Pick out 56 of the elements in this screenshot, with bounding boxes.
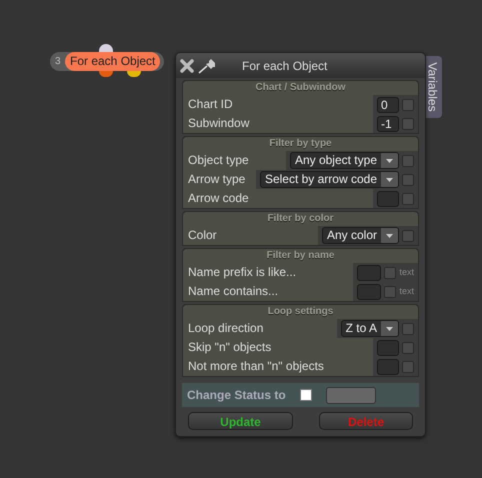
input-field[interactable] — [377, 190, 399, 206]
checkbox[interactable] — [402, 154, 414, 166]
checkbox-label: text — [399, 266, 414, 279]
input-field[interactable] — [377, 358, 399, 374]
field-label: Name contains... — [183, 282, 354, 301]
section-header: Chart / Subwindow — [183, 81, 418, 95]
field-label: Not more than "n" objects — [183, 357, 373, 376]
checkbox[interactable] — [402, 98, 414, 110]
dropdown[interactable]: Select by arrow code — [260, 171, 399, 188]
status-checkbox[interactable] — [300, 389, 312, 401]
field-label: Arrow code — [183, 189, 373, 208]
section-header: Filter by name — [183, 249, 418, 263]
pin-icon[interactable] — [198, 58, 218, 74]
section-header: Loop settings — [183, 305, 418, 319]
node-title[interactable]: For each Object — [65, 52, 160, 71]
dropdown[interactable]: Any object type — [290, 152, 399, 169]
field-label: Chart ID — [183, 95, 373, 114]
caret-icon — [386, 178, 393, 182]
node-number: 3 — [54, 55, 62, 69]
input-field[interactable] — [357, 284, 382, 300]
checkbox[interactable] — [384, 286, 396, 298]
checkbox[interactable] — [402, 230, 414, 242]
update-button[interactable]: Update — [188, 412, 293, 430]
field-label: Color — [183, 226, 318, 245]
window-title: For each Object — [242, 58, 328, 74]
port-icon[interactable] — [127, 71, 141, 77]
close-icon[interactable] — [180, 58, 194, 72]
status-label: Change Status to — [187, 387, 286, 404]
field-label: Subwindow — [183, 114, 373, 133]
checkbox[interactable] — [402, 342, 414, 354]
checkbox[interactable] — [402, 360, 414, 372]
caret-icon — [386, 234, 393, 238]
checkbox[interactable] — [402, 118, 414, 130]
input-field[interactable]: -1 — [377, 116, 399, 132]
dropdown[interactable]: Any color — [322, 227, 399, 244]
dropdown[interactable]: Z to A — [340, 320, 399, 337]
checkbox[interactable] — [402, 192, 414, 204]
input-field[interactable] — [357, 264, 382, 280]
input-field[interactable] — [377, 340, 399, 356]
port-icon[interactable] — [99, 44, 113, 52]
port-icon[interactable] — [99, 71, 113, 77]
section-header: Filter by color — [183, 212, 418, 226]
caret-icon — [386, 158, 393, 162]
caret-icon — [386, 326, 393, 330]
checkbox[interactable] — [384, 266, 396, 278]
checkbox-label: text — [399, 284, 414, 298]
field-label: Loop direction — [183, 319, 337, 338]
field-label: Name prefix is like... — [183, 263, 354, 282]
input-field[interactable]: 0 — [377, 96, 399, 112]
checkbox[interactable] — [402, 322, 414, 334]
field-label: Skip "n" objects — [183, 338, 373, 357]
section-header: Filter by type — [183, 137, 418, 151]
status-field[interactable] — [326, 386, 376, 404]
field-label: Object type — [183, 151, 286, 170]
checkbox[interactable] — [402, 174, 414, 186]
field-label: Arrow type — [183, 170, 256, 189]
